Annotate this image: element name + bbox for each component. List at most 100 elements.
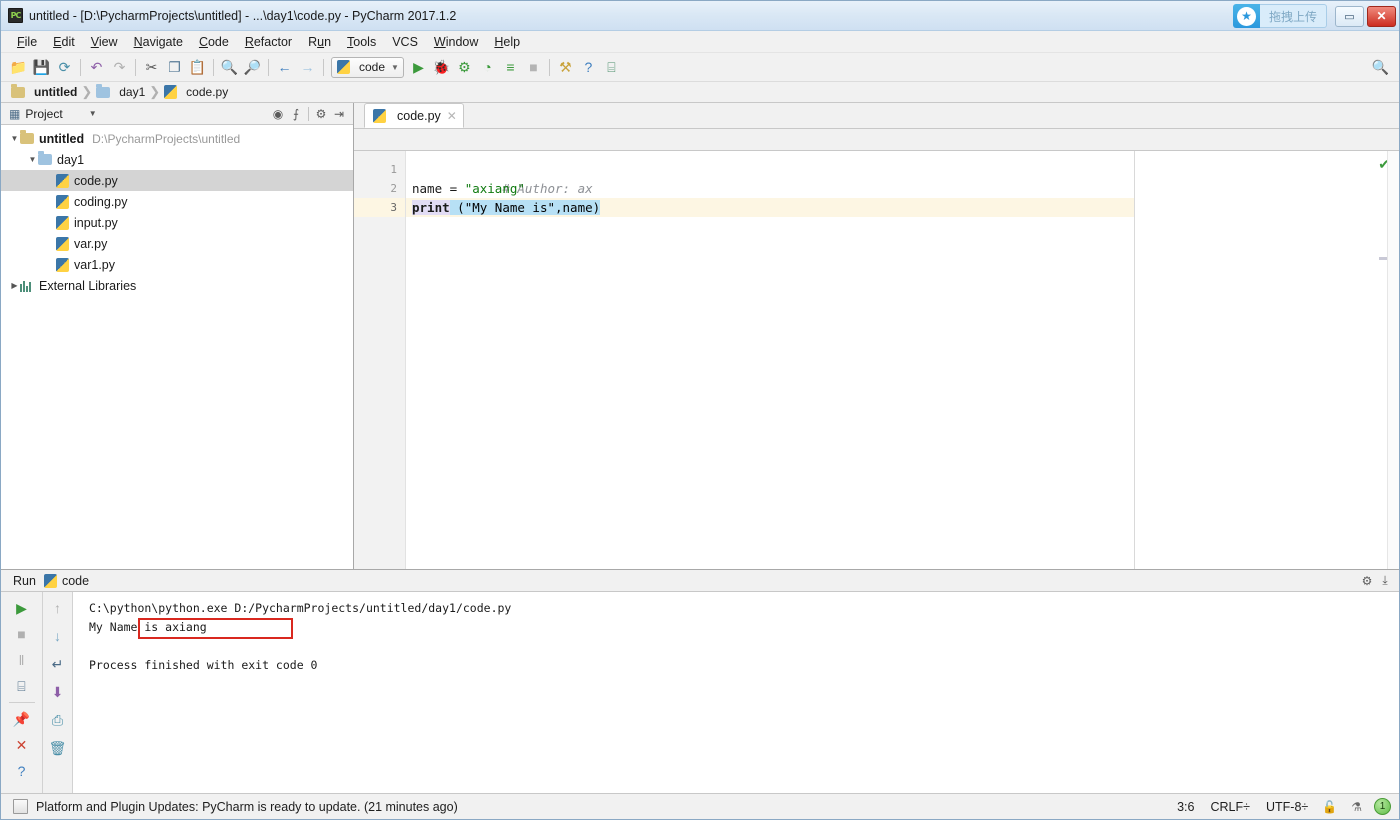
menu-tools[interactable]: Tools [339, 33, 384, 51]
tree-item-day1[interactable]: ▼ day1 [1, 149, 353, 170]
tree-item-input-py[interactable]: ▶input.py [1, 212, 353, 233]
stop-button[interactable]: ■ [10, 622, 34, 646]
editor-scrollbar[interactable] [1387, 151, 1399, 569]
drag-upload-badge[interactable]: ★ [1232, 4, 1260, 28]
open-folder-icon[interactable]: 📁 [7, 56, 30, 79]
tree-item-var1-py[interactable]: ▶var1.py [1, 254, 353, 275]
unlocked-icon[interactable]: 🔓 [1322, 800, 1337, 814]
editor-tab-label: code.py [397, 108, 441, 123]
breadcrumb-item-day1[interactable]: day1 [96, 83, 148, 99]
minimize-button[interactable]: ▭ [1335, 5, 1364, 27]
forward-icon[interactable]: → [296, 56, 319, 79]
background-task-badge[interactable]: 1 [1374, 798, 1391, 815]
chevron-down-icon: ▼ [391, 62, 399, 72]
caret-position[interactable]: 3:6 [1177, 800, 1194, 814]
run-config-name-label: code [61, 573, 90, 588]
settings-gear-icon[interactable]: ⚙ [312, 105, 330, 123]
drag-upload-label[interactable]: 拖拽上传 [1259, 4, 1327, 28]
scroll-from-source-icon[interactable]: ◉ [269, 105, 287, 123]
status-message[interactable]: Platform and Plugin Updates: PyCharm is … [36, 800, 458, 814]
chevron-down-icon[interactable]: ▼ [9, 134, 20, 143]
menu-edit[interactable]: Edit [45, 33, 83, 51]
file-encoding[interactable]: UTF-8÷ [1266, 800, 1308, 814]
run-configuration-name: code [359, 60, 386, 74]
tree-item-untitled[interactable]: ▼ untitled D:\PycharmProjects\untitled [1, 128, 353, 149]
cut-icon[interactable]: ✂ [140, 56, 163, 79]
line-separator[interactable]: CRLF÷ [1210, 800, 1250, 814]
menu-view[interactable]: View [83, 33, 126, 51]
toolbar-separator-2 [548, 58, 550, 76]
paste-icon[interactable]: 📋 [186, 56, 209, 79]
copy-icon[interactable]: ❐ [163, 56, 186, 79]
project-panel-title: Project [25, 106, 63, 121]
main-body: ▦ Project ▼ ◉ ⨍ ⚙ ⇥ ▼ untitled D:\PycharmP… [1, 103, 1399, 569]
up-arrow-button[interactable]: ↑ [46, 596, 70, 620]
tree-item-coding-py[interactable]: ▶coding.py [1, 191, 353, 212]
event-log-icon[interactable] [13, 799, 28, 814]
close-button[interactable]: ✕ [1367, 5, 1396, 27]
inspection-level-icon[interactable]: ⚗ [1351, 800, 1362, 814]
stop-button[interactable]: ■ [522, 56, 545, 79]
pause-button[interactable]: ‖ [10, 648, 34, 672]
run-left-toolbar: ▶ ■ ‖ ⌸ 📌 ✕? [1, 592, 43, 793]
back-icon[interactable]: ← [273, 56, 296, 79]
tree-item-external-libraries[interactable]: ▶ External Libraries [1, 275, 353, 296]
menu-run[interactable]: Run [300, 33, 339, 51]
clear-all-button[interactable]: 🗑 [46, 736, 70, 760]
help-button[interactable]: ? [10, 759, 34, 783]
code-text-area[interactable]: # Author: ax name = "axiang" print ("My … [406, 151, 1134, 569]
run-button[interactable]: ▶ [407, 56, 430, 79]
pin-tab-button[interactable]: 📌 [10, 707, 34, 731]
close-tab-icon[interactable]: ✕ [447, 109, 457, 123]
line-number: 1 [390, 163, 397, 176]
help-icon[interactable]: ? [577, 56, 600, 79]
chevron-right-icon[interactable]: ▶ [9, 281, 20, 290]
menu-help[interactable]: Help [486, 33, 528, 51]
collapse-all-icon[interactable]: ⨍ [287, 105, 305, 123]
down-arrow-button[interactable]: ↓ [46, 624, 70, 648]
menu-navigate[interactable]: Navigate [126, 33, 191, 51]
find-icon[interactable]: 🔍 [218, 56, 241, 79]
tree-item-label: untitled [39, 131, 85, 146]
close-button[interactable]: ✕ [10, 733, 34, 757]
toolbar-separator [135, 58, 136, 76]
editor-tab-code-py[interactable]: code.py ✕ [364, 103, 464, 128]
menu-file[interactable]: File [9, 33, 45, 51]
debug-button[interactable]: 🐞 [430, 56, 453, 79]
redo-icon[interactable]: ↷ [108, 56, 131, 79]
step-button[interactable]: ≡ [499, 56, 522, 79]
menu-window[interactable]: Window [426, 33, 486, 51]
tree-item-var-py[interactable]: ▶var.py [1, 233, 353, 254]
code-operator: = [442, 181, 465, 196]
soft-wrap-button[interactable]: ↵ [46, 652, 70, 676]
run-configuration-selector[interactable]: code ▼ [331, 56, 404, 78]
profile-button[interactable]: ◔ [476, 56, 499, 79]
menu-vcs[interactable]: VCS [384, 33, 426, 51]
hide-panel-icon[interactable]: ⇥ [330, 105, 348, 123]
run-coverage-button[interactable]: ⚙ [453, 56, 476, 79]
undo-icon[interactable]: ↶ [85, 56, 108, 79]
chevron-down-icon[interactable]: ▼ [27, 155, 38, 164]
cloud-upload-icon: ★ [1236, 6, 1256, 26]
console-exit-line: Process finished with exit code 0 [89, 658, 318, 672]
menu-code[interactable]: Code [191, 33, 237, 51]
toggle-console-button[interactable]: ⌸ [10, 674, 34, 698]
console-output[interactable]: C:\python\python.exe D:/PycharmProjects/… [73, 592, 1399, 793]
tree-item-code-py[interactable]: ▶code.py [1, 170, 353, 191]
hide-run-panel-icon[interactable]: ⤓ [1376, 572, 1394, 590]
editor-right-margin: ✔ [1134, 151, 1399, 569]
chevron-down-icon[interactable]: ▼ [89, 109, 97, 118]
scroll-to-end-button[interactable]: ⬇ [46, 680, 70, 704]
search-everywhere-icon[interactable]: 🔍 [1372, 59, 1389, 76]
breadcrumb-item-code-py[interactable]: code.py [164, 85, 231, 99]
print-button[interactable]: ⎙ [46, 708, 70, 732]
save-all-icon[interactable]: 💾 [30, 56, 53, 79]
run-settings-gear-icon[interactable]: ⚙ [1358, 572, 1376, 590]
replace-icon[interactable]: 🔎 [241, 56, 264, 79]
breadcrumb-item-untitled[interactable]: untitled [11, 83, 80, 99]
settings-icon[interactable]: ⚒ [554, 56, 577, 79]
rerun-button[interactable]: ▶ [10, 596, 34, 620]
menu-refactor[interactable]: Refactor [237, 33, 300, 51]
database-icon[interactable]: ⌸ [600, 56, 623, 79]
sync-icon[interactable]: ⟳ [53, 56, 76, 79]
